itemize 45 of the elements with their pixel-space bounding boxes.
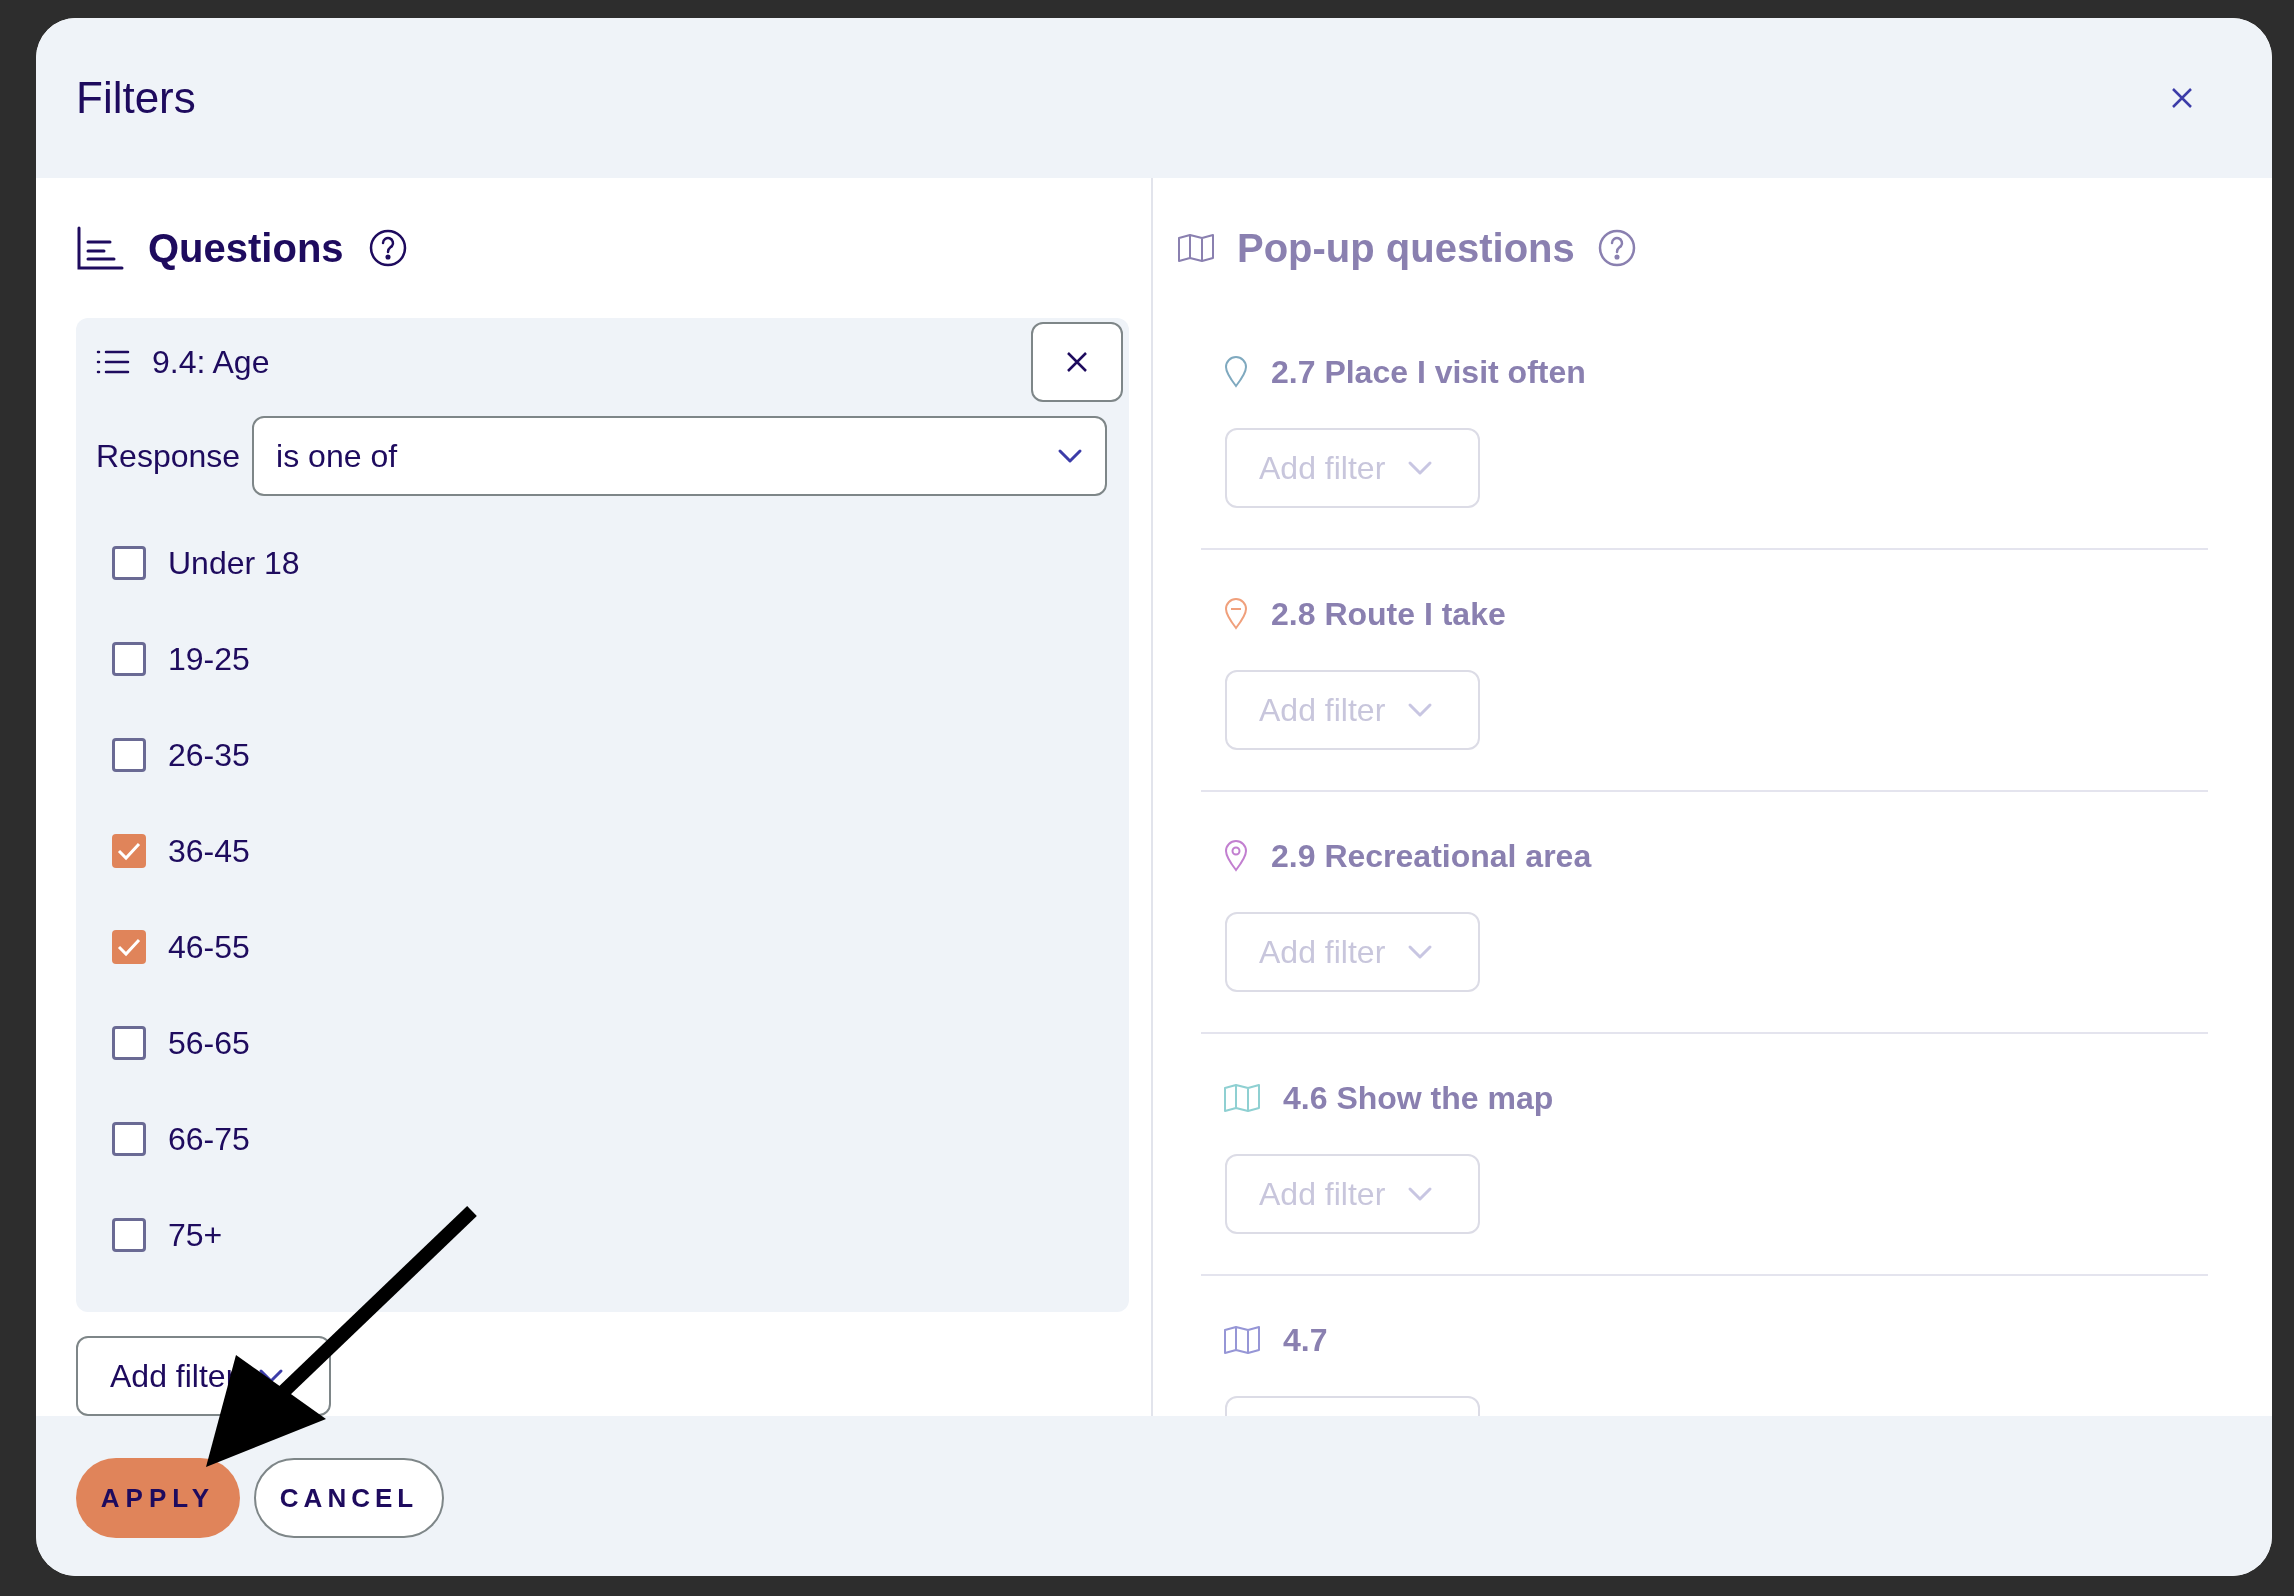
popup-question-title: 2.9 Recreational area [1271,837,1592,876]
popup-question-title: 4.7 [1283,1321,1328,1360]
operator-select[interactable]: is one of [252,416,1107,496]
chevron-down-icon [1407,702,1434,718]
checkbox[interactable] [112,642,146,676]
popup-question-title: 2.8 Route I take [1271,595,1506,634]
chevron-down-icon [258,1368,285,1384]
help-icon [367,228,408,268]
option-label: 56-65 [168,1024,250,1063]
apply-button[interactable]: APPLY [76,1458,240,1538]
option-label: 19-25 [168,640,250,679]
questions-heading: Questions [148,225,344,272]
close-icon [2171,87,2193,109]
checkbox[interactable] [112,834,146,868]
option-label: Under 18 [168,544,300,583]
response-label: Response [96,437,241,476]
option-label: 36-45 [168,832,250,871]
checkbox[interactable] [112,1218,146,1252]
chevron-down-icon [1407,944,1434,960]
popup-heading: Pop-up questions [1237,225,1575,272]
question-label: 9.4: Age [152,343,270,382]
checkbox[interactable] [112,1026,146,1060]
check-icon [117,841,141,861]
list-icon [96,349,130,375]
option-label: 66-75 [168,1120,250,1159]
chevron-down-icon [1407,1186,1434,1202]
checkbox[interactable] [112,546,146,580]
bar-list-icon [76,226,124,270]
option-label: 46-55 [168,928,250,967]
check-icon [117,937,141,957]
checkbox[interactable] [112,930,146,964]
chevron-down-icon [1057,448,1083,464]
cancel-button[interactable]: CANCEL [254,1458,444,1538]
option-label: 75+ [168,1216,223,1255]
dialog-title: Filters [76,72,196,124]
help-icon [1596,228,1637,268]
popup-question-title: 4.6 Show the map [1283,1079,1554,1118]
option-label: 26-35 [168,736,250,775]
checkbox[interactable] [112,1122,146,1156]
remove-filter-button[interactable] [1031,322,1123,402]
close-icon [1066,351,1088,373]
popup-question-title: 2.7 Place I visit often [1271,353,1586,392]
chevron-down-icon [1407,460,1434,476]
map-icon [1177,233,1215,263]
checkbox[interactable] [112,738,146,772]
